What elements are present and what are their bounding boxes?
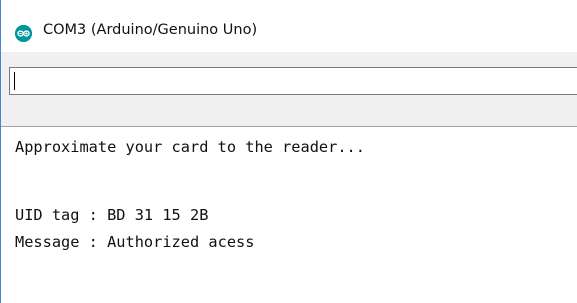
serial-input-field[interactable] xyxy=(9,67,577,95)
text-cursor xyxy=(14,72,15,90)
title-bar[interactable]: COM3 (Arduino/Genuino Uno) xyxy=(1,0,577,52)
output-line: Message : Authorized acess xyxy=(15,233,255,251)
arduino-logo-icon xyxy=(15,25,32,42)
window-title: COM3 (Arduino/Genuino Uno) xyxy=(43,22,258,38)
output-line: Approximate your card to the reader... xyxy=(15,138,365,156)
serial-monitor-window: COM3 (Arduino/Genuino Uno) Approximate y… xyxy=(0,0,577,303)
serial-output-area[interactable]: Approximate your card to the reader... U… xyxy=(1,126,577,303)
send-toolbar xyxy=(1,52,577,126)
output-line: UID tag : BD 31 15 2B xyxy=(15,206,209,224)
